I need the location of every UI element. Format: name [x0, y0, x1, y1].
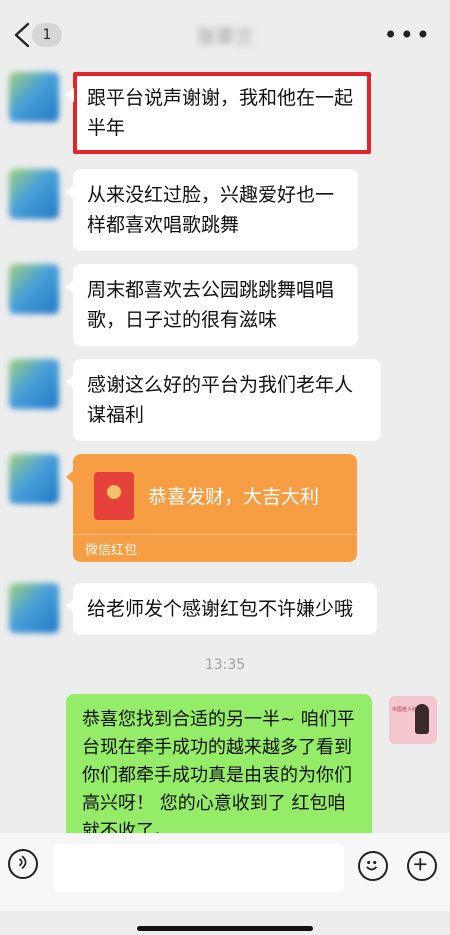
message-bubble[interactable]: 给老师发个感谢红包不许嫌少哦: [66, 583, 377, 635]
message-bubble[interactable]: 周末都喜欢去公园跳跳舞唱唱歌，日子过的很有滋味: [66, 264, 358, 346]
message-text: 给老师发个感谢红包不许嫌少哦: [87, 598, 354, 620]
unread-badge[interactable]: 1: [32, 23, 62, 47]
message-text: 恭喜您找到合适的另一半~ 咱们平台现在牵手成功的越来越多了看到你们都牵手成功真是…: [82, 709, 355, 842]
red-packet-message[interactable]: 恭喜发财，大吉大利 微信红包: [66, 454, 357, 562]
red-envelope-icon: [94, 472, 134, 520]
message-text: 从来没红过脸，兴趣爱好也一样都喜欢唱歌跳舞: [87, 184, 335, 236]
message-text: 跟平台说声谢谢，我和他在一起半年: [87, 87, 354, 139]
message-text: 感谢这么好的平台为我们老年人谋福利: [87, 374, 354, 426]
message-bubble[interactable]: 从来没红过脸，兴趣爱好也一样都喜欢唱歌跳舞: [66, 169, 358, 251]
avatar-person: [415, 704, 429, 734]
more-options-icon[interactable]: •••: [384, 23, 432, 47]
plus-icon[interactable]: [407, 851, 437, 881]
input-bar: [0, 833, 450, 911]
voice-input-icon[interactable]: [8, 849, 38, 879]
avatar[interactable]: [9, 264, 59, 314]
avatar[interactable]: [9, 72, 59, 122]
home-indicator: [137, 926, 313, 931]
avatar[interactable]: [9, 169, 59, 219]
message-bubble[interactable]: 感谢这么好的平台为我们老年人谋福利: [66, 359, 381, 441]
chat-header: 1 张翠兰 •••: [0, 0, 450, 70]
red-packet-label: 微信红包: [85, 543, 138, 558]
message-bubble[interactable]: 跟平台说声谢谢，我和他在一起半年: [66, 72, 371, 154]
timestamp: 13:35: [204, 657, 246, 673]
message-text: 周末都喜欢去公园跳跳舞唱唱歌，日子过的很有滋味: [87, 279, 335, 331]
message-input[interactable]: [53, 844, 344, 892]
avatar[interactable]: [9, 583, 59, 633]
back-arrow-icon[interactable]: [12, 22, 34, 48]
outgoing-message-bubble[interactable]: 恭喜您找到合适的另一半~ 咱们平台现在牵手成功的越来越多了看到你们都牵手成功真是…: [66, 694, 372, 854]
emoji-icon[interactable]: [358, 851, 388, 881]
red-packet-title: 恭喜发财，大吉大利: [148, 486, 320, 508]
avatar[interactable]: [9, 454, 59, 504]
avatar[interactable]: [9, 359, 59, 409]
red-packet-divider: [73, 534, 357, 535]
chat-title: 张翠兰: [196, 26, 254, 48]
my-avatar[interactable]: 中国老人红娘网: [389, 696, 437, 744]
